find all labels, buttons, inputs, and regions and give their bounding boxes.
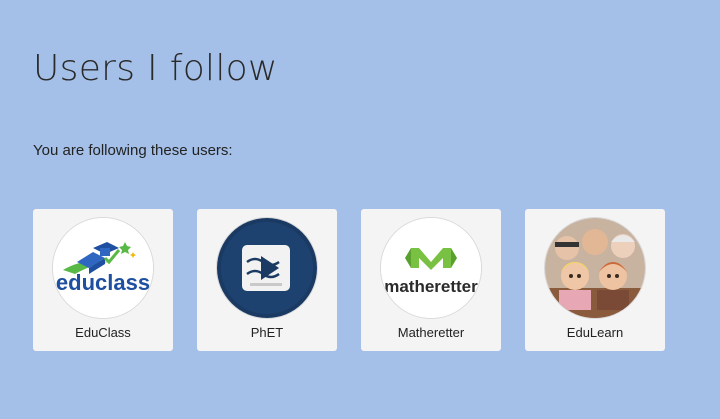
puppet-group-photo: [544, 217, 646, 319]
page-title: Users I follow: [33, 48, 278, 89]
user-card-edulearn[interactable]: EduLearn: [525, 209, 665, 351]
following-intro-text: You are following these users:: [33, 142, 233, 159]
user-card-educlass[interactable]: educlass EduClass: [33, 209, 173, 351]
matheretter-logo-text: matheretter: [384, 277, 478, 296]
educlass-logo-icon: educlass: [52, 217, 154, 319]
phet-play-icon: [216, 217, 318, 319]
matheretter-logo-icon: matheretter: [380, 217, 482, 319]
user-card-matheretter[interactable]: matheretter Matheretter: [361, 209, 501, 351]
user-name: EduClass: [75, 325, 131, 340]
followed-users-list: educlass EduClass PhET matheretter Mathe…: [33, 209, 665, 351]
educlass-logo-text: educlass: [56, 270, 150, 295]
user-name: EduLearn: [566, 325, 624, 340]
user-name: PhET: [250, 325, 284, 340]
user-name: Matheretter: [397, 325, 465, 340]
user-card-phet[interactable]: PhET: [197, 209, 337, 351]
